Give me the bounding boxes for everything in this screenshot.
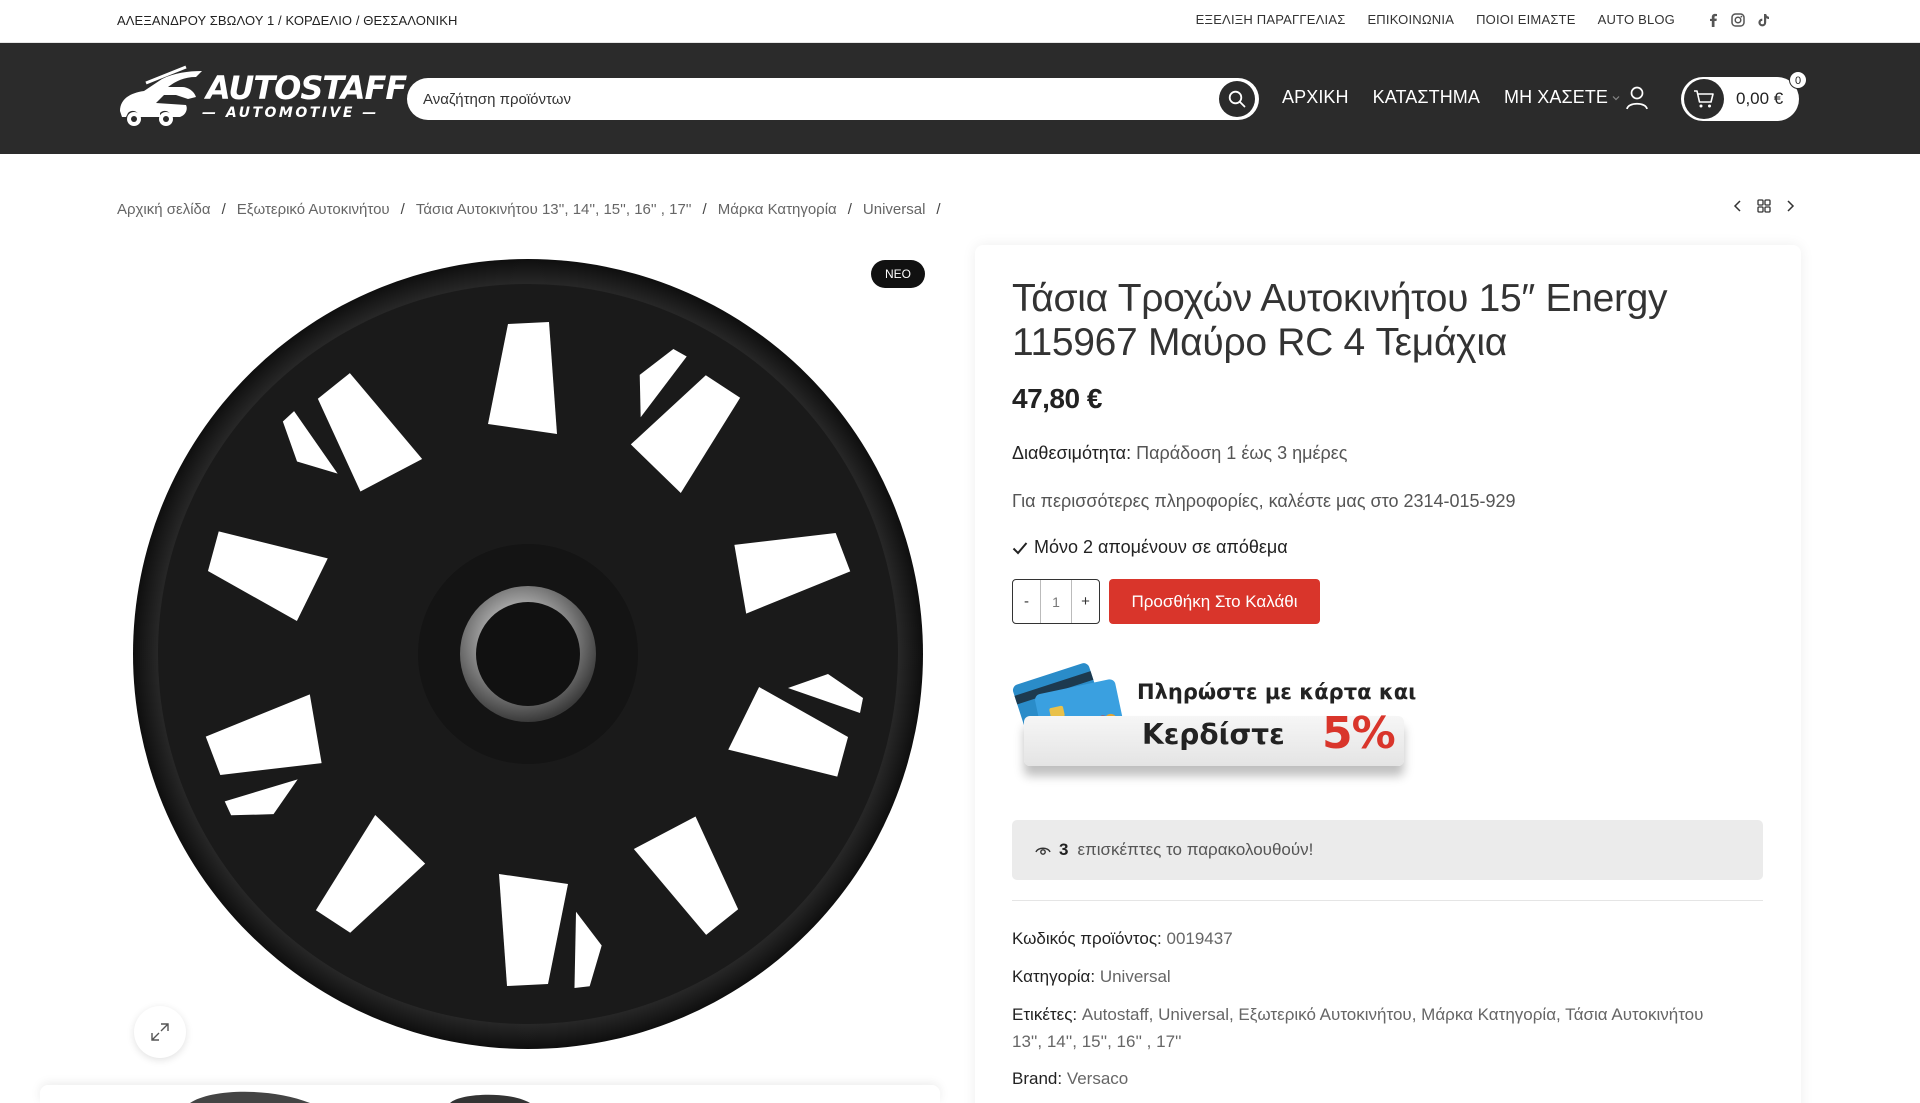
top-bar: ΑΛΕΞΑΝΔΡΟΥ ΣΒΩΛΟΥ 1 / ΚΟΡΔΕΛΙΟ / ΘΕΣΣΑΛΟ… [0,0,1920,43]
enlarge-image-button[interactable] [134,1006,186,1058]
product-navigation [1726,199,1802,213]
store-address: ΑΛΕΞΑΝΔΡΟΥ ΣΒΩΛΟΥ 1 / ΚΟΡΔΕΛΙΟ / ΘΕΣΣΑΛΟ… [117,13,458,28]
tiktok-icon[interactable] [1757,13,1770,27]
brand-row: Brand: Versaco [1012,1065,1712,1092]
expand-icon [151,1023,169,1041]
top-links: ΕΞΕΛΙΞΗ ΠΑΡΑΓΓΕΛΙΑΣ ΕΠΙΚΟΙΝΩΝΙΑ ΠΟΙΟΙ ΕΙ… [1174,12,1770,27]
breadcrumb-brand-category[interactable]: Μάρκα Κατηγορία [718,201,837,218]
account-icon[interactable] [1625,85,1649,116]
social-links [1695,12,1770,27]
nav-home[interactable]: ΑΡΧΙΚΗ [1282,87,1349,108]
cart-count-badge: 0 [1789,71,1807,89]
product-title: Τάσια Τροχών Αυτοκινήτου 15″ Energy 1159… [1012,277,1668,364]
search-input[interactable] [423,78,1193,120]
promo-line-2: Κερδίστε [1142,718,1285,751]
nav-shop[interactable]: ΚΑΤΑΣΤΗΜΑ [1373,87,1480,108]
tags-row: Ετικέτες: Autostaff, Universal, Εξωτερικ… [1012,1005,1704,1051]
top-link-contact[interactable]: ΕΠΙΚΟΙΝΩΝΙΑ [1367,12,1454,27]
cart-button[interactable]: 0,00 € 0 [1681,71,1807,121]
search-button[interactable] [1219,81,1255,117]
top-link-order-tracking[interactable]: ΕΞΕΛΙΞΗ ΠΑΡΑΓΓΕΛΙΑΣ [1196,12,1346,27]
category-label: Κατηγορία: [1012,967,1096,986]
sku-row: Κωδικός προϊόντος: 0019437 [1012,925,1712,952]
search-bar [407,78,1259,120]
breadcrumb-universal[interactable]: Universal [863,201,926,218]
sku-label: Κωδικός προϊόντος: [1012,929,1162,948]
product-image[interactable] [117,244,937,1064]
instagram-icon[interactable] [1731,12,1745,27]
qty-plus-button[interactable]: + [1072,580,1099,623]
wheel-cover-image [133,259,923,1049]
qty-minus-button[interactable]: - [1013,580,1040,623]
viewers-count: 3 [1059,840,1069,859]
nav-deals[interactable]: ΜΗ ΧΑΣΕΤΕ [1504,87,1621,108]
cart-icon [1684,79,1724,119]
qty-input[interactable]: 1 [1040,580,1072,623]
availability-value: Παράδοση 1 έως 3 ημέρες [1136,443,1348,463]
divider [1012,900,1763,901]
availability-label: Διαθεσιμότητα: [1012,443,1132,463]
viewers-text: επισκέπτες το παρακολουθούν! [1077,840,1314,859]
sku-value: 0019437 [1166,929,1233,948]
breadcrumb-exterior[interactable]: Εξωτερικό Αυτοκινήτου [237,201,390,218]
breadcrumb: Αρχική σελίδα / Εξωτερικό Αυτοκινήτου / Τά… [117,201,941,218]
tag-link[interactable]: Εξωτερικό Αυτοκινήτου [1238,1005,1411,1024]
live-viewers: 3 επισκέπτες το παρακολουθούν! [1012,820,1763,880]
cart-total: 0,00 € [1736,89,1784,108]
tags-label: Ετικέτες: [1012,1005,1078,1024]
site-logo[interactable]: AUTOSTAFF — AUTOMOTIVE — [116,65,407,131]
brand-link[interactable]: Versaco [1067,1069,1128,1088]
stock-status: Μόνο 2 απομένουν σε απόθεμα [1012,537,1288,558]
card-payment-promo: Πληρώστε με κάρτα και Κερδίστε 5% [1010,650,1430,798]
logo-brand-text: AUTOSTAFF [206,69,407,107]
add-to-cart-button[interactable]: Προσθήκη Στο Καλάθι [1109,579,1320,624]
tag-link[interactable]: Μάρκα Κατηγορία [1421,1005,1556,1024]
product-price: 47,80 € [1012,383,1102,414]
thumbnail-images [190,1091,530,1103]
next-product-icon[interactable] [1785,199,1795,213]
chevron-down-icon [1612,95,1620,100]
brand-label: Brand: [1012,1069,1063,1088]
prev-product-icon[interactable] [1733,199,1743,213]
category-link[interactable]: Universal [1100,967,1171,986]
thumbnail-strip[interactable] [40,1085,940,1103]
logo-sub-text: — AUTOMOTIVE — [202,105,379,121]
product-summary: Τάσια Τροχών Αυτοκινήτου 15″ Energy 1159… [975,245,1801,1103]
grid-view-icon[interactable] [1757,199,1771,213]
main-header: AUTOSTAFF — AUTOMOTIVE — ΑΡΧΙΚΗ ΚΑΤΑΣΤΗΜ… [0,43,1920,154]
facebook-icon[interactable] [1707,13,1719,27]
promo-percent: 5% [1322,708,1396,759]
main-nav: ΑΡΧΙΚΗ ΚΑΤΑΣΤΗΜΑ ΜΗ ΧΑΣΕΤΕ [1282,87,1645,108]
contact-info: Για περισσότερες πληροφορίες, καλέστε μα… [1012,491,1516,511]
search-icon [1228,90,1246,108]
breadcrumb-wheel-covers[interactable]: Τάσια Αυτοκινήτου 13'', 14'', 15'', 16''… [416,201,692,218]
car-logo-icon [120,65,202,126]
tag-link[interactable]: Autostaff [1082,1005,1149,1024]
top-link-about[interactable]: ΠΟΙΟΙ ΕΙΜΑΣΤΕ [1476,12,1575,27]
top-link-blog[interactable]: AUTO BLOG [1598,12,1675,27]
quantity-stepper: - 1 + [1012,579,1100,624]
check-icon [1012,541,1028,555]
tag-link[interactable]: Universal [1158,1005,1229,1024]
eye-icon [1035,844,1051,856]
category-row: Κατηγορία: Universal [1012,963,1712,990]
promo-line-1: Πληρώστε με κάρτα και [1137,680,1417,704]
stock-text: Μόνο 2 απομένουν σε απόθεμα [1034,537,1288,557]
nav-deals-label: ΜΗ ΧΑΣΕΤΕ [1504,87,1609,107]
availability: Διαθεσιμότητα: Παράδοση 1 έως 3 ημέρες [1012,443,1347,464]
breadcrumb-home[interactable]: Αρχική σελίδα [117,201,211,218]
new-badge: ΝΕΟ [871,260,925,288]
